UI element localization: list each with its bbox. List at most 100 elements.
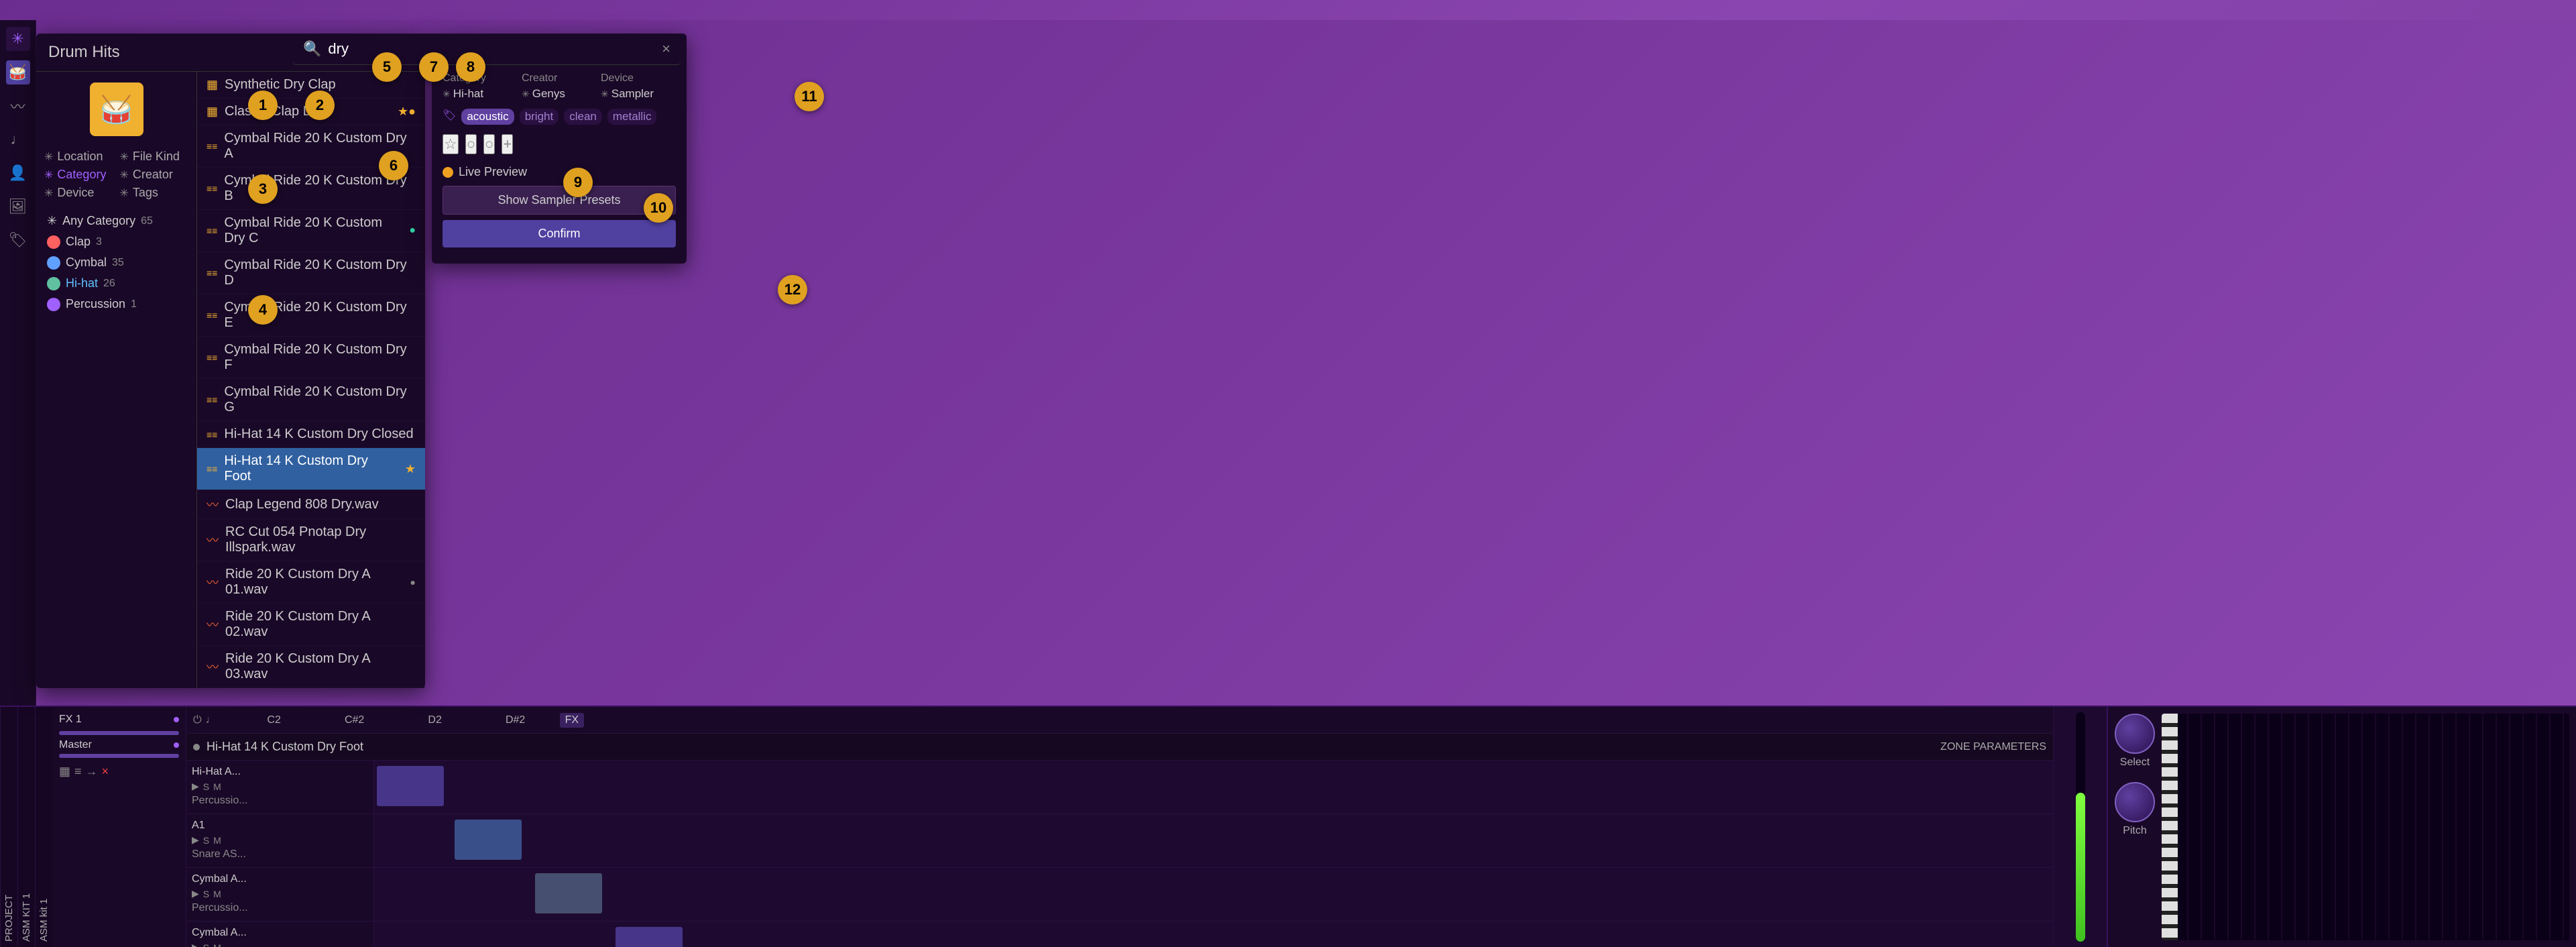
category-percussion[interactable]: Percussion 1 (44, 294, 188, 315)
track-play-btn-1[interactable]: ▶ (192, 781, 199, 792)
track-play-btn-4[interactable]: ▶ (192, 942, 199, 947)
track-sub-1: Percussio... (192, 795, 368, 807)
annotation-9: 9 (563, 168, 593, 197)
result-cymbal-e[interactable]: ≡≡ Cymbal Ride 20 K Custom Dry E (197, 294, 425, 337)
fader-track[interactable] (2076, 712, 2085, 942)
icon-grid[interactable]: ▦ (59, 765, 70, 779)
filter-filekind[interactable]: ✳ File Kind (120, 150, 189, 164)
sidebar-icon-midi[interactable]: ♩ (6, 127, 30, 152)
v-label-asmkit-lower: ASM kit 1 (35, 707, 52, 947)
beat-ds2: D#2 (475, 714, 556, 726)
live-preview-dot (443, 167, 453, 178)
track-name-4: Cymbal A... (192, 927, 368, 939)
meta-device-col: Device ✳ Sampler (601, 72, 676, 101)
result-hihat-foot[interactable]: ≡≡ Hi-Hat 14 K Custom Dry Foot ★ (197, 448, 425, 490)
clip-4[interactable] (616, 927, 683, 947)
filter-creator[interactable]: ✳ Creator (120, 168, 189, 182)
result-cymbal-c[interactable]: ≡≡ Cymbal Ride 20 K Custom Dry C ● (197, 210, 425, 252)
piano-roll (2162, 714, 2569, 940)
clip-3[interactable] (535, 873, 602, 913)
result-cymbal-f[interactable]: ≡≡ Cymbal Ride 20 K Custom Dry F (197, 337, 425, 379)
track-s-btn-2[interactable]: S (203, 835, 209, 846)
track-play-btn-3[interactable]: ▶ (192, 888, 199, 899)
zone-panel: Select Pitch (2107, 707, 2576, 947)
track-controls-1: ▶ S M (192, 781, 368, 792)
result-rc-cut[interactable]: 〰 RC Cut 054 Pnotap Dry Illspark.wav (197, 519, 425, 561)
master-row: Master (59, 739, 179, 751)
filter-device[interactable]: ✳ Device (44, 186, 113, 200)
track-info-3: Cymbal A... ▶ S M Percussio... (186, 868, 374, 921)
result-hihat-closed[interactable]: ≡≡ Hi-Hat 14 K Custom Dry Closed (197, 421, 425, 448)
tag-acoustic[interactable]: acoustic (461, 109, 514, 125)
track-info-2: A1 ▶ S M Snare AS... (186, 814, 374, 867)
clip-2[interactable] (455, 820, 522, 860)
hihat-status-dot (193, 744, 200, 750)
annotation-11: 11 (795, 82, 824, 111)
icon-arrow[interactable]: → (86, 765, 98, 779)
sidebar-icon-image[interactable]: 🖼 (6, 194, 30, 219)
zone-params-label: ZONE PARAMETERS (1940, 741, 2046, 753)
track-m-btn-2[interactable]: M (213, 835, 221, 846)
track-s-btn-3[interactable]: S (203, 889, 209, 899)
search-icon: 🔍 (303, 40, 321, 58)
filter-location[interactable]: ✳ Location (44, 150, 113, 164)
detail-circle2-btn[interactable]: ○ (483, 134, 495, 154)
tag-metallic[interactable]: metallic (607, 109, 657, 125)
sidebar-icon-tag[interactable]: 🏷 (6, 228, 30, 252)
beat-headers: C2 C#2 D2 D#2 (234, 714, 556, 726)
select-knob[interactable] (2115, 714, 2155, 754)
category-any[interactable]: ✳ Any Category 65 (44, 211, 188, 231)
tag-bright[interactable]: bright (520, 109, 559, 125)
fx1-bar (59, 731, 179, 735)
category-clap[interactable]: Clap 3 (44, 231, 188, 252)
confirm-btn[interactable]: Confirm (443, 220, 676, 247)
clip-1[interactable] (377, 766, 444, 806)
live-preview-btn[interactable]: Live Preview (443, 165, 527, 179)
fx1-row: FX 1 (59, 714, 179, 726)
result-clap-legend[interactable]: 〰 Clap Legend 808 Dry.wav (197, 490, 425, 519)
track-content-4 (374, 922, 2053, 947)
track-m-btn-1[interactable]: M (213, 781, 221, 792)
filter-tags[interactable]: ✳ Tags (120, 186, 189, 200)
show-sampler-presets-btn[interactable]: Show Sampler Presets (443, 186, 676, 215)
track-content-2 (374, 814, 2053, 867)
v-label-project: PROJECT (0, 707, 17, 947)
track-s-btn-1[interactable]: S (203, 781, 209, 792)
select-knob-label: Select (2120, 757, 2150, 769)
category-cymbal[interactable]: Cymbal 35 (44, 252, 188, 273)
track-s-btn-4[interactable]: S (203, 942, 209, 947)
pitch-knob[interactable] (2115, 782, 2155, 822)
result-ride-a01[interactable]: 〰 Ride 20 K Custom Dry A 01.wav ● (197, 561, 425, 604)
sidebar-icon-asterisk[interactable]: ✳ (6, 27, 30, 51)
icon-x[interactable]: × (102, 765, 109, 779)
result-cymbal-d[interactable]: ≡≡ Cymbal Ride 20 K Custom Dry D (197, 252, 425, 294)
filter-category[interactable]: ✳ Category (44, 168, 113, 182)
icon-list[interactable]: ≡ (74, 765, 82, 779)
result-ride-a02[interactable]: 〰 Ride 20 K Custom Dry A 02.wav (197, 604, 425, 646)
track-play-btn-2[interactable]: ▶ (192, 834, 199, 846)
search-close-btn[interactable]: × (662, 40, 670, 58)
zone-knobs: Select Pitch (2115, 714, 2155, 940)
category-hihat[interactable]: Hi-hat 26 (44, 273, 188, 294)
pitch-knob-label: Pitch (2123, 825, 2147, 837)
tag-clean[interactable]: clean (564, 109, 602, 125)
knob-pitch: Pitch (2115, 782, 2155, 837)
detail-star-btn[interactable]: ☆ (443, 134, 459, 154)
meta-category-value: ✳ Hi-hat (443, 87, 518, 101)
tag-icon: 🏷 (443, 109, 456, 125)
sidebar-icon-drum[interactable]: 🥁 (6, 60, 30, 85)
sidebar-icon-wave[interactable]: 〰 (6, 94, 30, 118)
detail-actions: ☆ ○ ○ + (443, 134, 676, 154)
daw-bottom: PROJECT ASM KIT 1 ASM kit 1 FX 1 Master … (0, 706, 2576, 947)
fx-badge: FX (560, 713, 584, 728)
detail-plus-btn[interactable]: + (502, 134, 513, 154)
track-row-3: Cymbal A... ▶ S M Percussio... (186, 868, 2053, 922)
track-m-btn-3[interactable]: M (213, 889, 221, 899)
detail-circle1-btn[interactable]: ○ (465, 134, 477, 154)
drum-preview: 🥁 (44, 82, 188, 136)
result-cymbal-g[interactable]: ≡≡ Cymbal Ride 20 K Custom Dry G (197, 379, 425, 421)
track-rows: Hi-Hat 14 K Custom Dry Foot ZONE PARAMET… (186, 734, 2053, 947)
track-m-btn-4[interactable]: M (213, 942, 221, 947)
result-ride-a03[interactable]: 〰 Ride 20 K Custom Dry A 03.wav (197, 646, 425, 688)
sidebar-icon-person[interactable]: 👤 (6, 161, 30, 185)
